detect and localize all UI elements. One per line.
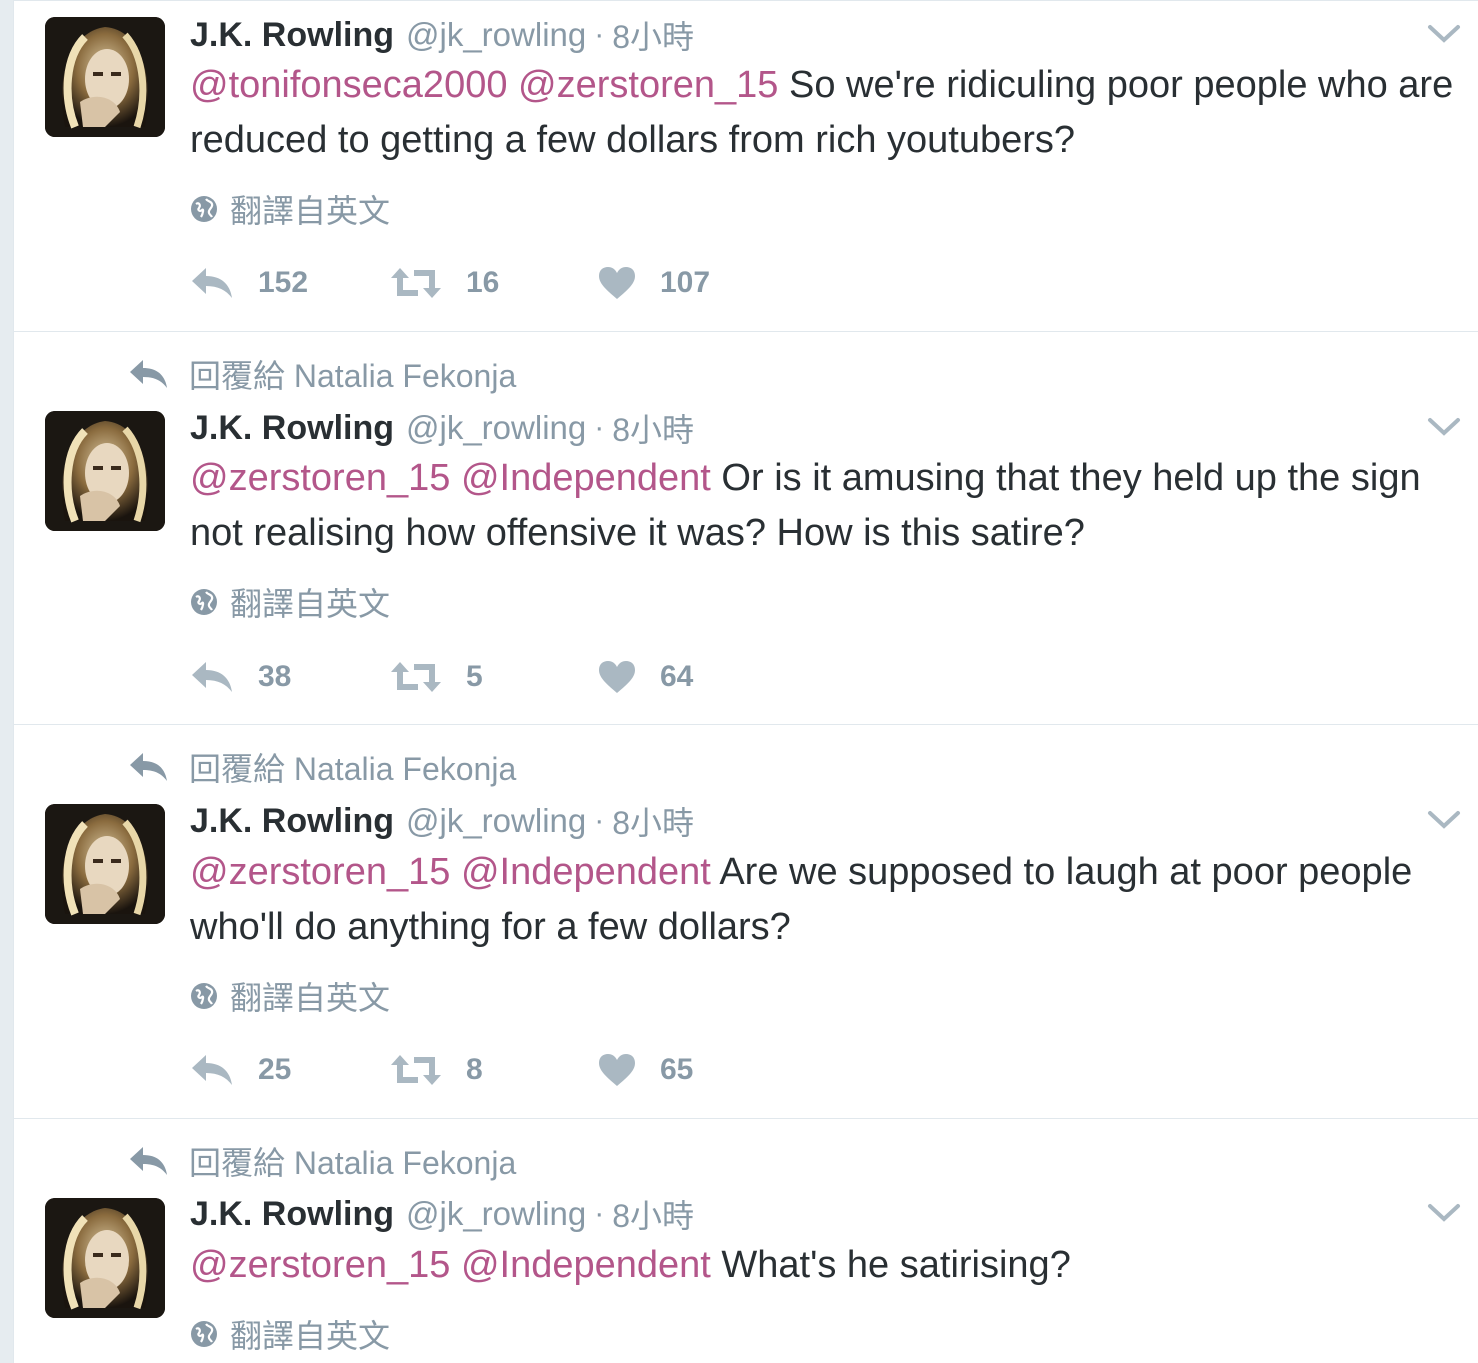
timestamp[interactable]: 8小時 <box>612 12 694 58</box>
globe-icon <box>191 589 217 615</box>
heart-icon <box>599 267 635 299</box>
heart-icon <box>599 1054 635 1086</box>
retweet-icon <box>391 268 441 298</box>
heart-icon <box>599 661 635 693</box>
tweet-text: @zerstoren_15 @Independent Or is it amus… <box>190 451 1460 561</box>
author-handle[interactable]: @jk_rowling <box>406 409 586 447</box>
tweet-header: J.K. Rowling @jk_rowling · 8小時 <box>190 12 694 58</box>
avatar[interactable] <box>45 411 165 531</box>
retweet-button[interactable]: 5 <box>390 657 483 697</box>
reply-count: 25 <box>258 1053 292 1086</box>
timestamp[interactable]: 8小時 <box>612 1191 694 1237</box>
reply-icon <box>130 360 167 388</box>
separator-dot: · <box>594 1197 605 1230</box>
translate-link[interactable]: 翻譯自英文 <box>190 189 390 229</box>
retweet-icon <box>391 662 441 692</box>
timestamp[interactable]: 8小時 <box>612 798 694 844</box>
reply-context: 回覆給 Natalia Fekonja <box>129 747 516 787</box>
tweet[interactable]: J.K. Rowling @jk_rowling · 8小時 @tonifons… <box>14 1 1478 331</box>
tweet-text: @zerstoren_15 @Independent What's he sat… <box>190 1238 1460 1293</box>
retweet-count: 16 <box>466 266 500 299</box>
reply-to-label[interactable]: 回覆給 Natalia Fekonja <box>189 1138 516 1184</box>
separator-dot: · <box>594 411 605 444</box>
globe-icon <box>191 1321 217 1347</box>
tweet-header: J.K. Rowling @jk_rowling · 8小時 <box>190 798 694 844</box>
avatar[interactable] <box>45 1198 165 1318</box>
mention-link[interactable]: @zerstoren_15 <box>190 1244 450 1286</box>
like-button[interactable]: 64 <box>598 657 693 697</box>
separator-dot: · <box>594 18 605 51</box>
mention-link[interactable]: @zerstoren_15 <box>518 64 778 106</box>
reply-to-label[interactable]: 回覆給 Natalia Fekonja <box>189 744 516 790</box>
tweet[interactable]: 回覆給 Natalia Fekonja J.K. Rowling @jk_row… <box>14 332 1478 725</box>
retweet-button[interactable]: 16 <box>390 263 499 303</box>
tweet-header: J.K. Rowling @jk_rowling · 8小時 <box>190 1191 694 1237</box>
timestamp[interactable]: 8小時 <box>612 405 694 451</box>
tweet-actions: 25 8 65 <box>190 1050 890 1090</box>
reply-button[interactable]: 152 <box>190 263 308 303</box>
reply-to-label[interactable]: 回覆給 Natalia Fekonja <box>189 351 516 397</box>
retweet-count: 8 <box>466 1053 483 1086</box>
reply-icon <box>192 1055 232 1085</box>
author-name[interactable]: J.K. Rowling <box>190 16 394 55</box>
chevron-down-icon[interactable] <box>1427 23 1461 45</box>
like-button[interactable]: 107 <box>598 263 710 303</box>
mention-link[interactable]: @zerstoren_15 <box>190 851 450 893</box>
author-handle[interactable]: @jk_rowling <box>406 802 586 840</box>
tweet-text: @zerstoren_15 @Independent Are we suppos… <box>190 845 1460 955</box>
chevron-down-icon[interactable] <box>1427 1202 1461 1224</box>
translate-label[interactable]: 翻譯自英文 <box>230 579 390 625</box>
mention-link[interactable]: @zerstoren_15 <box>190 457 450 499</box>
mention-link[interactable]: @Independent <box>461 457 711 499</box>
like-button[interactable]: 65 <box>598 1050 693 1090</box>
author-name[interactable]: J.K. Rowling <box>190 409 394 448</box>
author-name[interactable]: J.K. Rowling <box>190 802 394 841</box>
translate-label[interactable]: 翻譯自英文 <box>230 186 390 232</box>
reply-icon <box>130 1147 167 1175</box>
like-count: 64 <box>660 660 694 693</box>
retweet-count: 5 <box>466 660 483 693</box>
mention-link[interactable]: @Independent <box>461 851 711 893</box>
retweet-icon <box>391 1055 441 1085</box>
translate-link[interactable]: 翻譯自英文 <box>190 582 390 622</box>
tweet[interactable]: 回覆給 Natalia Fekonja J.K. Rowling @jk_row… <box>14 725 1478 1118</box>
author-handle[interactable]: @jk_rowling <box>406 1195 586 1233</box>
reply-count: 152 <box>258 266 309 299</box>
globe-icon <box>191 983 217 1009</box>
author-name[interactable]: J.K. Rowling <box>190 1195 394 1234</box>
avatar[interactable] <box>45 17 165 137</box>
tweet-actions: 38 5 64 <box>190 657 890 697</box>
mention-link[interactable]: @tonifonseca2000 <box>190 64 507 106</box>
mention-link[interactable]: @Independent <box>461 1244 711 1286</box>
chevron-down-icon[interactable] <box>1427 809 1461 831</box>
separator-dot: · <box>594 804 605 837</box>
translate-link[interactable]: 翻譯自英文 <box>190 976 390 1016</box>
reply-button[interactable]: 38 <box>190 657 291 697</box>
tweet-stream: J.K. Rowling @jk_rowling · 8小時 @tonifons… <box>13 0 1478 1363</box>
globe-icon <box>191 196 217 222</box>
tweet-actions: 152 16 107 <box>190 263 890 303</box>
like-count: 65 <box>660 1053 694 1086</box>
translate-label[interactable]: 翻譯自英文 <box>230 1311 390 1357</box>
avatar[interactable] <box>45 804 165 924</box>
chevron-down-icon[interactable] <box>1427 416 1461 438</box>
translate-link[interactable]: 翻譯自英文 <box>190 1314 390 1354</box>
reply-context: 回覆給 Natalia Fekonja <box>129 1141 516 1181</box>
reply-button[interactable]: 25 <box>190 1050 291 1090</box>
reply-count: 38 <box>258 660 292 693</box>
retweet-button[interactable]: 8 <box>390 1050 483 1090</box>
tweet-header: J.K. Rowling @jk_rowling · 8小時 <box>190 405 694 451</box>
tweet[interactable]: 回覆給 Natalia Fekonja J.K. Rowling @jk_row… <box>14 1119 1478 1363</box>
reply-icon <box>192 268 232 298</box>
reply-context: 回覆給 Natalia Fekonja <box>129 354 516 394</box>
translate-label[interactable]: 翻譯自英文 <box>230 973 390 1019</box>
tweet-body: What's he satirising? <box>721 1244 1071 1286</box>
tweet-text: @tonifonseca2000 @zerstoren_15 So we're … <box>190 58 1460 168</box>
like-count: 107 <box>660 266 711 299</box>
author-handle[interactable]: @jk_rowling <box>406 16 586 54</box>
reply-icon <box>130 753 167 781</box>
reply-icon <box>192 662 232 692</box>
